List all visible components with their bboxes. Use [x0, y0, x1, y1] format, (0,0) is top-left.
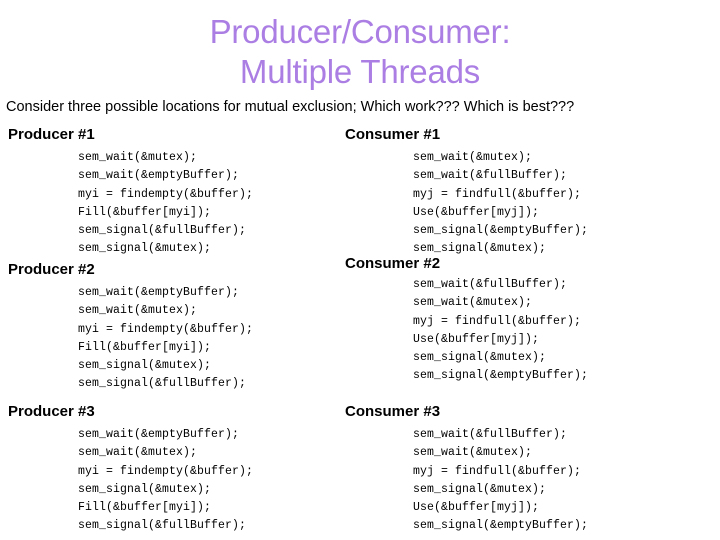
section-producer-2: Producer #2 sem_wait(&emptyBuffer); sem_… [8, 261, 348, 394]
code-line: myi = findempty(&buffer); [78, 464, 254, 478]
code-line: Use(&buffer[myj]); [413, 501, 540, 515]
section-producer-3: Producer #3 sem_wait(&emptyBuffer); sem_… [8, 403, 348, 536]
title-line-1: Producer/Consumer: [209, 13, 511, 50]
code-line: sem_signal(&emptyBuffer); [413, 519, 589, 533]
slide-canvas: Producer/Consumer: Multiple Threads Cons… [0, 0, 720, 540]
heading-producer-2: Producer #2 [8, 261, 95, 278]
code-block-producer-1: sem_wait(&mutex); sem_wait(&emptyBuffer)… [8, 149, 348, 259]
code-line: sem_wait(&mutex); [413, 296, 533, 310]
code-line: sem_wait(&emptyBuffer); [78, 169, 240, 183]
code-line: myi = findempty(&buffer); [78, 322, 254, 336]
code-line: sem_wait(&mutex); [78, 151, 198, 164]
code-line: sem_wait(&fullBuffer); [413, 428, 568, 441]
code-line: sem_signal(&mutex); [78, 482, 212, 496]
section-consumer-3: Consumer #3 sem_wait(&fullBuffer); sem_w… [345, 403, 720, 536]
code-line: Fill(&buffer[myi]); [78, 501, 212, 515]
heading-consumer-1: Consumer #1 [345, 126, 441, 143]
code-line: sem_wait(&mutex); [413, 446, 533, 460]
code-line: sem_signal(&emptyBuffer); [413, 224, 589, 238]
code-line: sem_wait(&mutex); [78, 304, 198, 318]
code-line: sem_wait(&fullBuffer); [413, 169, 568, 183]
code-line: sem_signal(&fullBuffer); [78, 519, 247, 533]
code-block-consumer-3: sem_wait(&fullBuffer); sem_wait(&mutex);… [345, 426, 720, 536]
code-line: Fill(&buffer[myi]); [78, 205, 212, 219]
section-consumer-2: Consumer #2 sem_wait(&fullBuffer); sem_w… [345, 255, 720, 386]
code-line: myj = findfull(&buffer); [413, 187, 582, 201]
code-line: sem_signal(&emptyBuffer); [413, 369, 589, 383]
title-line-2: Multiple Threads [239, 53, 481, 90]
heading-producer-3: Producer #3 [8, 403, 95, 420]
code-line: sem_wait(&emptyBuffer); [78, 428, 240, 441]
code-line: myj = findfull(&buffer); [413, 464, 582, 478]
heading-consumer-3: Consumer #3 [345, 403, 441, 420]
code-line: sem_signal(&mutex); [413, 351, 547, 365]
code-line: myi = findempty(&buffer); [78, 187, 254, 201]
section-consumer-1: Consumer #1 sem_wait(&mutex); sem_wait(&… [345, 126, 720, 259]
code-line: sem_wait(&mutex); [413, 151, 533, 164]
code-line: sem_wait(&mutex); [78, 446, 198, 460]
section-producer-1: Producer #1 sem_wait(&mutex); sem_wait(&… [8, 126, 348, 259]
heading-consumer-2: Consumer #2 [345, 255, 441, 272]
code-block-consumer-2: sem_wait(&fullBuffer); sem_wait(&mutex);… [345, 276, 720, 386]
code-line: sem_wait(&emptyBuffer); [78, 286, 240, 299]
slide-title: Producer/Consumer: Multiple Threads [0, 12, 720, 92]
code-line: sem_signal(&fullBuffer); [78, 377, 247, 391]
code-line: sem_signal(&mutex); [413, 482, 547, 496]
code-line: myj = findfull(&buffer); [413, 314, 582, 328]
code-line: sem_signal(&mutex); [78, 242, 212, 256]
code-line: Use(&buffer[myj]); [413, 332, 540, 346]
code-block-consumer-1: sem_wait(&mutex); sem_wait(&fullBuffer);… [345, 149, 720, 259]
slide-subtitle: Consider three possible locations for mu… [6, 99, 575, 115]
code-line: sem_wait(&fullBuffer); [413, 278, 568, 291]
code-line: sem_signal(&fullBuffer); [78, 224, 247, 238]
code-line: Use(&buffer[myj]); [413, 205, 540, 219]
code-line: Fill(&buffer[myi]); [78, 340, 212, 354]
code-block-producer-3: sem_wait(&emptyBuffer); sem_wait(&mutex)… [8, 426, 348, 536]
code-line: sem_signal(&mutex); [78, 359, 212, 373]
heading-producer-1: Producer #1 [8, 126, 95, 143]
code-block-producer-2: sem_wait(&emptyBuffer); sem_wait(&mutex)… [8, 284, 348, 394]
